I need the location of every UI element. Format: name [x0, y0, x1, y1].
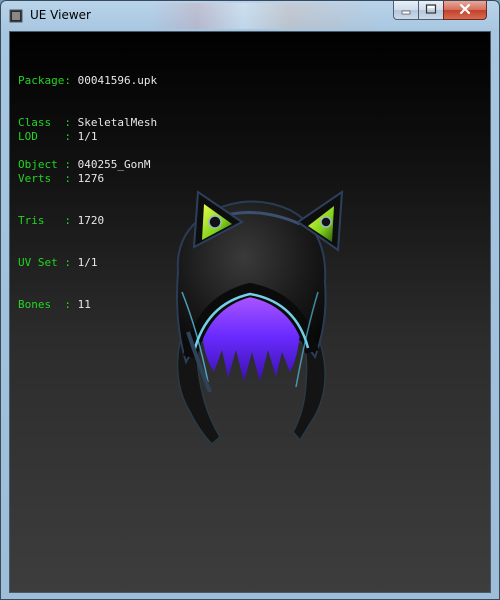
app-window: UE Viewer Package: 00041596.upk Class : … [0, 0, 500, 600]
title-bar[interactable]: UE Viewer [1, 1, 499, 31]
stat-row: Verts : 1276 [18, 172, 104, 186]
minimize-icon [401, 10, 411, 15]
app-icon [9, 9, 23, 23]
info-value: 00041596.upk [77, 74, 158, 87]
window-title: UE Viewer [30, 8, 91, 22]
mesh-model[interactable] [150, 182, 350, 452]
stat-value: 11 [77, 298, 91, 311]
stat-label: UV Set [18, 256, 65, 269]
stat-separator: : [64, 130, 78, 143]
stat-label: Tris [18, 214, 65, 227]
info-label: Package [18, 74, 65, 87]
mesh-stats: LOD : 1/1 Verts : 1276 Tris : 1720 UV Se… [18, 102, 104, 340]
info-separator: : [64, 74, 78, 87]
stat-value: 1276 [77, 172, 105, 185]
stat-separator: : [64, 256, 78, 269]
minimize-button[interactable] [393, 1, 419, 20]
stat-separator: : [64, 214, 78, 227]
stat-label: Bones [18, 298, 65, 311]
stat-row: UV Set : 1/1 [18, 256, 104, 270]
stat-row: Bones : 11 [18, 298, 104, 312]
info-row: Package: 00041596.upk [18, 74, 157, 88]
stat-value: 1/1 [77, 130, 98, 143]
title-bar-glass [151, 3, 381, 29]
stat-separator: : [64, 298, 78, 311]
viewport-area[interactable]: Package: 00041596.upk Class : SkeletalMe… [9, 31, 491, 593]
stat-row: LOD : 1/1 [18, 130, 104, 144]
maximize-icon [425, 4, 437, 14]
stat-label: LOD [18, 130, 65, 143]
stat-separator: : [64, 172, 78, 185]
stat-value: 1/1 [77, 256, 98, 269]
stat-label: Verts [18, 172, 65, 185]
close-icon [459, 3, 471, 15]
maximize-button[interactable] [418, 1, 444, 20]
close-button[interactable] [443, 1, 487, 20]
stat-value: 1720 [77, 214, 105, 227]
stat-row: Tris : 1720 [18, 214, 104, 228]
